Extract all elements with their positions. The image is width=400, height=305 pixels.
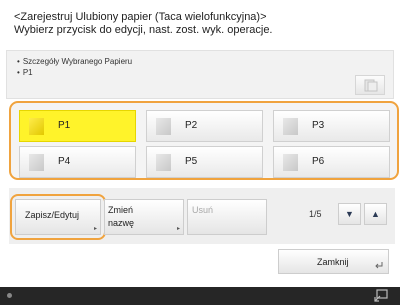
paper-button-p1[interactable]: P1 <box>19 110 136 142</box>
details-value-label: P1 <box>22 68 33 77</box>
paper-swatch-icon <box>29 118 44 135</box>
paper-label: P5 <box>185 156 198 167</box>
network-monitor-icon[interactable] <box>374 288 390 303</box>
paper-swatch-icon <box>283 118 298 135</box>
paper-swatch-icon <box>156 154 171 171</box>
edit-button-highlight <box>10 194 106 240</box>
close-button[interactable]: Zamknij <box>278 249 389 274</box>
rename-label-line2: nazwę <box>108 218 135 228</box>
paper-swatch-icon <box>156 118 171 135</box>
paper-label: P1 <box>58 120 71 131</box>
details-value: • P1 <box>17 68 33 77</box>
enter-arrow-icon <box>375 262 383 269</box>
page-indicator: 1/5 <box>309 209 322 219</box>
rename-label-line1: Zmień <box>108 205 134 215</box>
details-button[interactable] <box>355 75 385 95</box>
status-bar <box>0 287 400 305</box>
paper-label: P2 <box>185 120 198 131</box>
page-up-button[interactable]: ▲ <box>364 203 387 225</box>
status-indicator-icon <box>7 293 12 298</box>
details-heading-label: Szczegóły Wybranego Papieru <box>22 57 133 66</box>
details-heading: • Szczegóły Wybranego Papieru <box>17 57 132 66</box>
document-icon <box>364 79 378 92</box>
selected-paper-details-panel: • Szczegóły Wybranego Papieru • P1 <box>6 50 394 99</box>
chevron-right-icon: ▸ <box>176 226 180 232</box>
paper-button-p5[interactable]: P5 <box>146 146 263 178</box>
bullet-icon: • <box>17 57 20 66</box>
page-down-button[interactable]: ▼ <box>338 203 361 225</box>
paper-button-p2[interactable]: P2 <box>146 110 263 142</box>
delete-label: Usuń <box>192 205 214 215</box>
paper-button-p6[interactable]: P6 <box>273 146 390 178</box>
paper-label: P4 <box>58 156 71 167</box>
paper-swatch-icon <box>29 154 44 171</box>
paper-button-p4[interactable]: P4 <box>19 146 136 178</box>
paper-button-p3[interactable]: P3 <box>273 110 390 142</box>
screen-instruction: Wybierz przycisk do edycji, nast. zost. … <box>14 24 273 36</box>
arrow-up-icon: ▲ <box>371 209 380 219</box>
paper-label: P3 <box>312 120 325 131</box>
delete-button[interactable]: Usuń <box>187 199 267 235</box>
rename-button[interactable]: Zmień nazwę ▸ <box>104 199 184 235</box>
bullet-icon: • <box>17 68 20 77</box>
screen-title: <Zarejestruj Ulubiony papier (Taca wielo… <box>14 11 267 23</box>
arrow-down-icon: ▼ <box>345 209 354 219</box>
paper-label: P6 <box>312 156 325 167</box>
close-label: Zamknij <box>317 257 349 267</box>
paper-swatch-icon <box>283 154 298 171</box>
screen-header: <Zarejestruj Ulubiony papier (Taca wielo… <box>14 11 273 37</box>
